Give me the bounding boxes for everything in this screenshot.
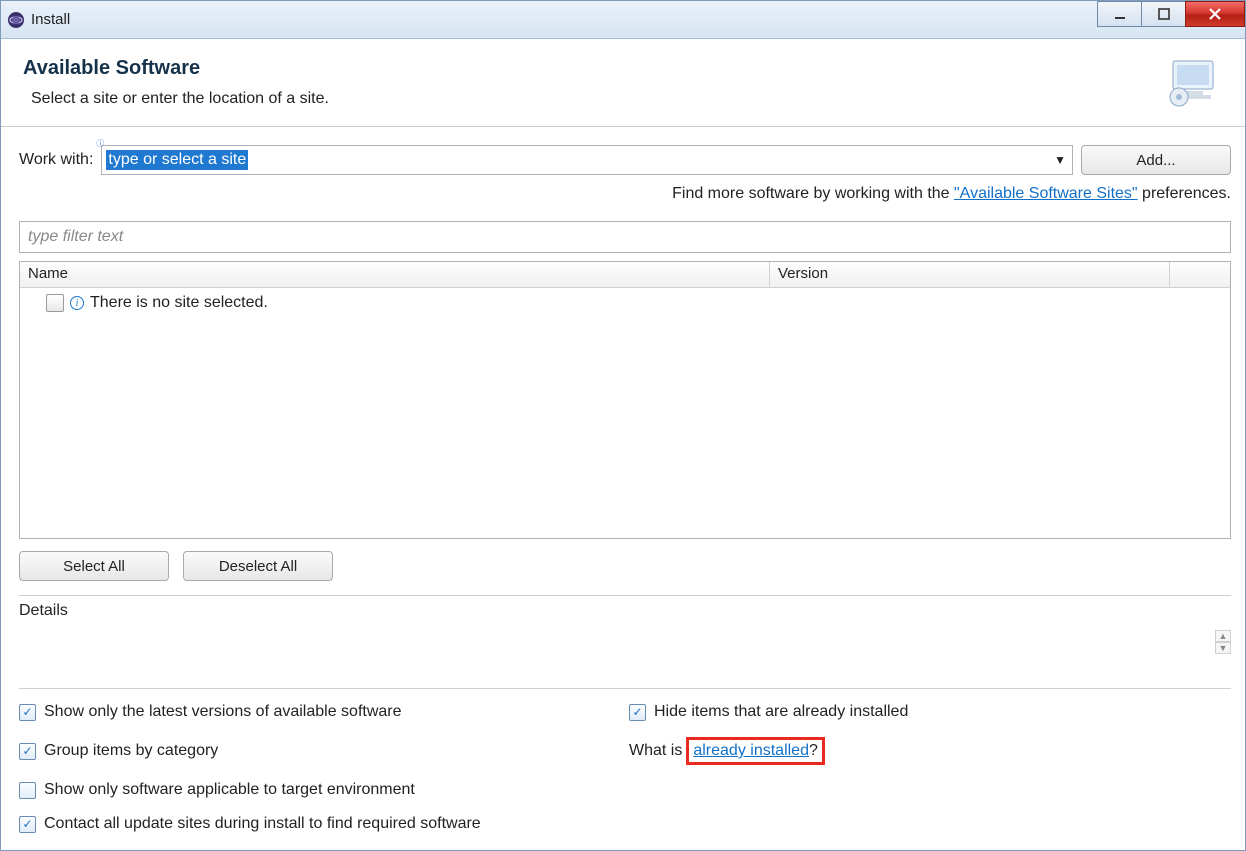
- page-subtitle: Select a site or enter the location of a…: [31, 90, 329, 108]
- opt-show-latest-label: Show only the latest versions of availab…: [44, 703, 402, 721]
- checkbox-checked-icon[interactable]: ✓: [19, 704, 36, 721]
- details-body: ▲ ▼: [19, 620, 1231, 678]
- row-checkbox[interactable]: [46, 294, 64, 312]
- work-with-row: Work with: ⓘ type or select a site ▼ Add…: [19, 145, 1231, 175]
- software-table: Name Version i There is no site selected…: [19, 261, 1231, 539]
- add-button[interactable]: Add...: [1081, 145, 1231, 175]
- window-title: Install: [31, 11, 70, 28]
- details-label: Details: [19, 602, 68, 619]
- already-installed-link[interactable]: already installed: [693, 742, 809, 759]
- options-grid: ✓ Show only the latest versions of avail…: [19, 688, 1231, 833]
- window-controls: [1098, 1, 1245, 27]
- selection-buttons: Select All Deselect All: [19, 551, 1231, 581]
- checkbox-unchecked-icon[interactable]: ✓: [19, 782, 36, 799]
- page-title: Available Software: [23, 57, 329, 80]
- column-version[interactable]: Version: [770, 262, 1170, 287]
- column-spacer: [1170, 262, 1230, 287]
- close-button[interactable]: [1185, 1, 1245, 27]
- spinner-down-icon[interactable]: ▼: [1215, 642, 1231, 654]
- table-row: i There is no site selected.: [28, 294, 1222, 312]
- table-header: Name Version: [20, 262, 1230, 288]
- deselect-all-button[interactable]: Deselect All: [183, 551, 333, 581]
- find-more-prefix: Find more software by working with the: [672, 185, 954, 202]
- details-spinner[interactable]: ▲ ▼: [1215, 630, 1231, 654]
- find-more-hint: Find more software by working with the "…: [19, 185, 1231, 203]
- what-is-prefix: What is: [629, 742, 682, 760]
- checkbox-checked-icon[interactable]: ✓: [19, 743, 36, 760]
- install-dialog: Install Available Software Select a site…: [0, 0, 1246, 851]
- opt-hide-installed-label: Hide items that are already installed: [654, 703, 908, 721]
- eclipse-icon: [7, 11, 25, 29]
- opt-show-applicable[interactable]: ✓ Show only software applicable to targe…: [19, 781, 629, 799]
- find-more-suffix: preferences.: [1138, 185, 1231, 202]
- checkbox-checked-icon[interactable]: ✓: [629, 704, 646, 721]
- empty-message: There is no site selected.: [90, 294, 268, 312]
- maximize-button[interactable]: [1141, 1, 1186, 27]
- spinner-up-icon[interactable]: ▲: [1215, 630, 1231, 642]
- install-wizard-icon: [1165, 57, 1225, 107]
- dialog-content: Work with: ⓘ type or select a site ▼ Add…: [1, 127, 1245, 833]
- column-name[interactable]: Name: [20, 262, 770, 287]
- opt-hide-installed[interactable]: ✓ Hide items that are already installed: [629, 703, 1231, 721]
- opt-show-latest[interactable]: ✓ Show only the latest versions of avail…: [19, 703, 629, 721]
- opt-show-applicable-label: Show only software applicable to target …: [44, 781, 415, 799]
- what-is-already-installed: What is already installed?: [629, 737, 1231, 765]
- work-with-selected-text: type or select a site: [106, 150, 248, 170]
- available-software-sites-link[interactable]: "Available Software Sites": [954, 185, 1138, 202]
- opt-group-category-label: Group items by category: [44, 742, 218, 760]
- opt-contact-sites[interactable]: ✓ Contact all update sites during instal…: [19, 815, 629, 833]
- highlight-box: already installed?: [686, 737, 825, 765]
- table-body: i There is no site selected.: [20, 288, 1230, 538]
- chevron-down-icon[interactable]: ▼: [1054, 153, 1066, 167]
- filter-input[interactable]: [19, 221, 1231, 253]
- info-badge-icon: ⓘ: [96, 138, 104, 146]
- work-with-combo[interactable]: ⓘ type or select a site ▼: [101, 145, 1073, 175]
- work-with-label: Work with:: [19, 151, 93, 169]
- minimize-button[interactable]: [1097, 1, 1142, 27]
- info-icon: i: [70, 296, 84, 310]
- titlebar[interactable]: Install: [1, 1, 1245, 39]
- details-section: Details ▲ ▼: [19, 595, 1231, 678]
- dialog-header: Available Software Select a site or ente…: [1, 39, 1245, 127]
- opt-group-category[interactable]: ✓ Group items by category: [19, 737, 629, 765]
- checkbox-checked-icon[interactable]: ✓: [19, 816, 36, 833]
- select-all-button[interactable]: Select All: [19, 551, 169, 581]
- opt-contact-sites-label: Contact all update sites during install …: [44, 815, 481, 833]
- what-is-suffix: ?: [809, 742, 818, 759]
